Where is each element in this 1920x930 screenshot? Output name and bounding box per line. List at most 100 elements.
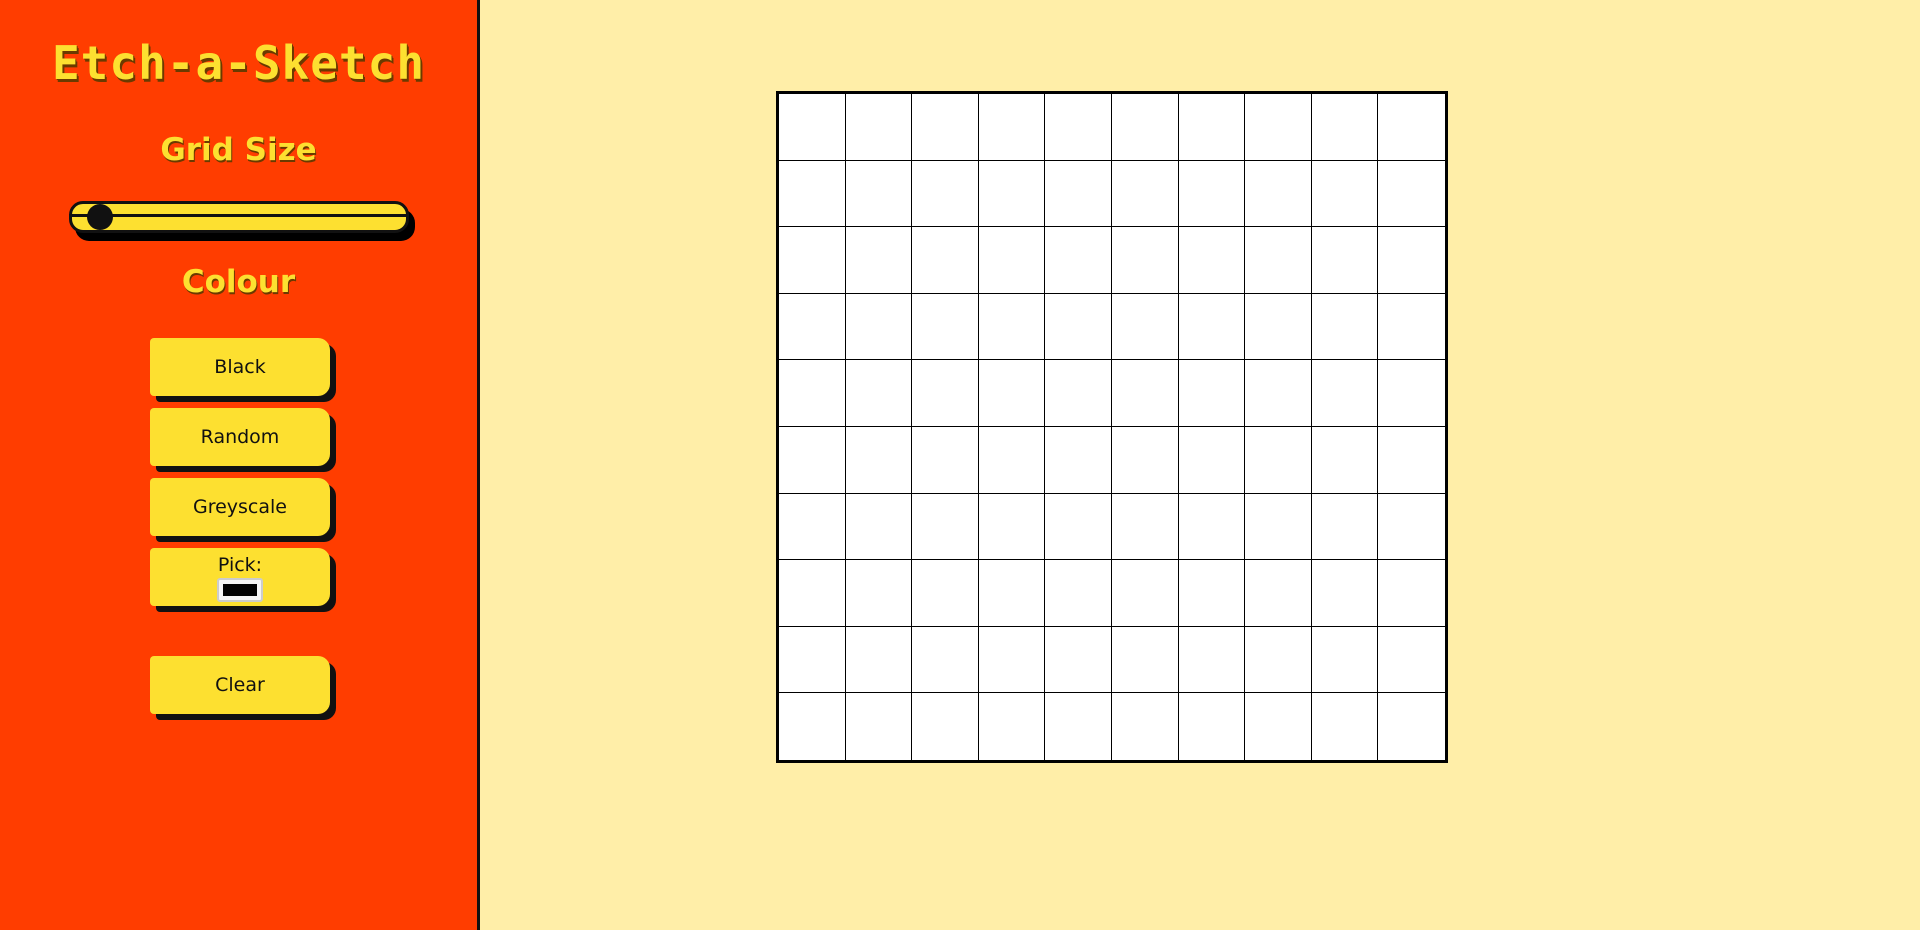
grid-cell[interactable]	[1111, 560, 1179, 627]
grid-cell[interactable]	[1378, 693, 1445, 760]
grid-cell[interactable]	[845, 360, 913, 427]
grid-cell[interactable]	[1311, 94, 1379, 161]
grid-cell[interactable]	[1378, 94, 1445, 161]
grid-cell[interactable]	[1378, 626, 1445, 694]
slider-thumb[interactable]	[87, 204, 113, 230]
grid-cell[interactable]	[1045, 227, 1112, 294]
grid-cell[interactable]	[779, 426, 846, 494]
random-button[interactable]: Random	[150, 408, 330, 466]
grid-cell[interactable]	[1178, 626, 1246, 694]
colour-picker-input[interactable]	[217, 578, 263, 602]
grid-cell[interactable]	[845, 293, 913, 361]
grid-cell[interactable]	[1245, 626, 1312, 694]
grid-cell[interactable]	[779, 693, 846, 760]
grid-cell[interactable]	[978, 160, 1046, 228]
grid-cell[interactable]	[1378, 426, 1445, 494]
grid-cell[interactable]	[1045, 94, 1112, 161]
grid-cell[interactable]	[845, 227, 913, 294]
grid-cell[interactable]	[1178, 426, 1246, 494]
grid-cell[interactable]	[978, 493, 1046, 561]
grid-cell[interactable]	[912, 426, 979, 494]
grid-cell[interactable]	[779, 227, 846, 294]
grid-cell[interactable]	[1111, 94, 1179, 161]
grid-cell[interactable]	[845, 693, 913, 760]
grid-cell[interactable]	[1311, 293, 1379, 361]
grid-cell[interactable]	[1378, 493, 1445, 561]
grid-cell[interactable]	[1045, 626, 1112, 694]
grid-cell[interactable]	[1311, 493, 1379, 561]
grid-cell[interactable]	[845, 160, 913, 228]
grid-cell[interactable]	[978, 293, 1046, 361]
grid-cell[interactable]	[779, 94, 846, 161]
grid-cell[interactable]	[1045, 560, 1112, 627]
grid-cell[interactable]	[978, 94, 1046, 161]
grid-cell[interactable]	[1045, 426, 1112, 494]
grid-size-slider[interactable]	[69, 201, 415, 241]
grid-cell[interactable]	[1311, 360, 1379, 427]
grid-cell[interactable]	[1111, 493, 1179, 561]
grid-cell[interactable]	[1311, 560, 1379, 627]
grid-cell[interactable]	[912, 94, 979, 161]
grid-cell[interactable]	[1178, 693, 1246, 760]
grid-cell[interactable]	[1378, 360, 1445, 427]
grid-cell[interactable]	[1045, 160, 1112, 228]
grid-cell[interactable]	[1245, 426, 1312, 494]
grid-cell[interactable]	[1045, 293, 1112, 361]
grid-cell[interactable]	[978, 560, 1046, 627]
grid-cell[interactable]	[1378, 160, 1445, 228]
grid-cell[interactable]	[1178, 560, 1246, 627]
grid-cell[interactable]	[978, 693, 1046, 760]
grid-cell[interactable]	[1311, 227, 1379, 294]
grid-cell[interactable]	[1245, 360, 1312, 427]
grid-cell[interactable]	[845, 626, 913, 694]
grid-cell[interactable]	[845, 560, 913, 627]
grid-cell[interactable]	[1111, 227, 1179, 294]
grid-cell[interactable]	[1178, 227, 1246, 294]
grid-cell[interactable]	[1245, 493, 1312, 561]
grid-cell[interactable]	[1378, 293, 1445, 361]
grid-cell[interactable]	[1245, 560, 1312, 627]
grid-cell[interactable]	[1245, 94, 1312, 161]
grid-cell[interactable]	[1045, 360, 1112, 427]
grid-cell[interactable]	[912, 227, 979, 294]
grid-cell[interactable]	[978, 426, 1046, 494]
grid-cell[interactable]	[912, 560, 979, 627]
grid-cell[interactable]	[1111, 160, 1179, 228]
grid-cell[interactable]	[779, 560, 846, 627]
grid-cell[interactable]	[1378, 227, 1445, 294]
grid-cell[interactable]	[978, 626, 1046, 694]
grid-cell[interactable]	[1245, 227, 1312, 294]
grid-cell[interactable]	[1045, 493, 1112, 561]
grid-cell[interactable]	[912, 693, 979, 760]
grid-cell[interactable]	[1311, 693, 1379, 760]
grid-cell[interactable]	[912, 626, 979, 694]
grid-cell[interactable]	[1311, 160, 1379, 228]
grid-cell[interactable]	[1378, 560, 1445, 627]
grid-cell[interactable]	[1178, 293, 1246, 361]
grid-cell[interactable]	[1245, 693, 1312, 760]
grid-cell[interactable]	[1178, 493, 1246, 561]
grid-cell[interactable]	[1111, 693, 1179, 760]
sketch-grid[interactable]	[776, 91, 1448, 763]
black-button[interactable]: Black	[150, 338, 330, 396]
clear-button[interactable]: Clear	[150, 656, 330, 714]
grid-cell[interactable]	[1178, 94, 1246, 161]
grid-cell[interactable]	[1178, 360, 1246, 427]
grid-cell[interactable]	[912, 293, 979, 361]
grid-cell[interactable]	[1111, 360, 1179, 427]
grid-cell[interactable]	[779, 493, 846, 561]
grid-cell[interactable]	[978, 360, 1046, 427]
grid-cell[interactable]	[1245, 293, 1312, 361]
slider-track[interactable]	[69, 201, 409, 233]
grid-cell[interactable]	[1111, 626, 1179, 694]
greyscale-button[interactable]: Greyscale	[150, 478, 330, 536]
grid-cell[interactable]	[912, 160, 979, 228]
grid-cell[interactable]	[978, 227, 1046, 294]
grid-cell[interactable]	[1245, 160, 1312, 228]
grid-cell[interactable]	[779, 626, 846, 694]
grid-cell[interactable]	[1311, 426, 1379, 494]
grid-cell[interactable]	[1311, 626, 1379, 694]
grid-cell[interactable]	[912, 493, 979, 561]
grid-cell[interactable]	[845, 94, 913, 161]
grid-cell[interactable]	[1045, 693, 1112, 760]
